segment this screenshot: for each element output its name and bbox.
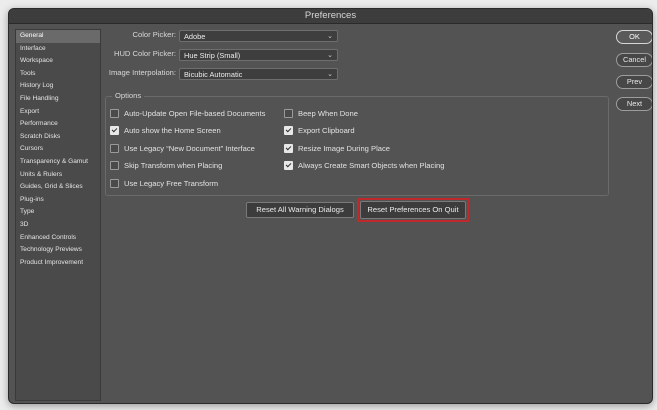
sidebar-item-export[interactable]: Export	[16, 106, 100, 119]
sidebar: General Interface Workspace Tools History Lo…	[15, 29, 101, 401]
checkbox-icon[interactable]	[284, 126, 293, 136]
sidebar-item-performance[interactable]: Performance	[16, 118, 100, 131]
option-export-clipboard[interactable]: Export Clipboard	[284, 125, 355, 137]
checkbox-icon[interactable]	[284, 161, 293, 171]
sidebar-item-3d[interactable]: 3D	[16, 219, 100, 232]
sidebar-item-units-rulers[interactable]: Units & Rulers	[16, 169, 100, 182]
option-auto-show-the-home-screen[interactable]: Auto show the Home Screen	[110, 125, 221, 137]
reset-warning-dialogs-button[interactable]: Reset All Warning Dialogs	[246, 202, 354, 218]
sidebar-item-type[interactable]: Type	[16, 206, 100, 219]
next-button[interactable]: Next	[616, 97, 652, 111]
sidebar-item-product-improvement[interactable]: Product Improvement	[16, 257, 100, 270]
sidebar-item-history-log[interactable]: History Log	[16, 80, 100, 93]
image-interpolation-label: Image Interpolation:	[108, 68, 176, 77]
sidebar-item-tools[interactable]: Tools	[16, 68, 100, 81]
chevron-down-icon: ⌄	[327, 52, 333, 59]
preferences-dialog: Preferences General Interface Workspace Too…	[8, 8, 653, 404]
option-label: Resize Image During Place	[298, 143, 391, 153]
sidebar-item-interface[interactable]: Interface	[16, 43, 100, 56]
prev-button[interactable]: Prev	[616, 75, 652, 89]
color-picker-value: Adobe	[184, 32, 206, 41]
hud-color-picker-select[interactable]: Hue Strip (Small) ⌄	[179, 49, 338, 61]
hud-color-picker-value: Hue Strip (Small)	[184, 51, 241, 60]
options-title: Options	[112, 91, 145, 101]
checkbox-icon[interactable]	[110, 161, 119, 171]
option-use-legacy-new-document-interface[interactable]: Use Legacy “New Document” Interface	[110, 142, 255, 154]
color-picker-select[interactable]: Adobe ⌄	[179, 30, 338, 42]
sidebar-item-enhanced-controls[interactable]: Enhanced Controls	[16, 232, 100, 245]
chevron-down-icon: ⌄	[327, 71, 333, 78]
sidebar-item-technology-previews[interactable]: Technology Previews	[16, 244, 100, 257]
reset-preferences-on-quit-button[interactable]: Reset Preferences On Quit	[360, 201, 466, 219]
option-use-legacy-free-transform[interactable]: Use Legacy Free Transform	[110, 177, 218, 189]
option-label: Always Create Smart Objects when Placing	[298, 161, 445, 171]
option-label: Use Legacy Free Transform	[124, 178, 219, 188]
sidebar-item-file-handling[interactable]: File Handling	[16, 93, 100, 106]
cancel-button[interactable]: Cancel	[616, 53, 652, 67]
checkbox-icon[interactable]	[284, 108, 293, 118]
option-label: Beep When Done	[298, 108, 358, 118]
sidebar-item-cursors[interactable]: Cursors	[16, 143, 100, 156]
option-label: Export Clipboard	[298, 126, 355, 136]
window-title: Preferences	[9, 9, 652, 24]
image-interpolation-value: Bicubic Automatic	[184, 70, 243, 79]
option-label: Skip Transform when Placing	[124, 161, 223, 171]
checkbox-icon[interactable]	[110, 178, 119, 188]
hud-color-picker-label: HUD Color Picker:	[113, 49, 176, 58]
option-skip-transform-when-placing[interactable]: Skip Transform when Placing	[110, 160, 222, 172]
sidebar-item-workspace[interactable]: Workspace	[16, 55, 100, 68]
option-always-create-smart-objects-when-placing[interactable]: Always Create Smart Objects when Placing	[284, 160, 444, 172]
color-picker-label: Color Picker:	[132, 30, 176, 39]
checkbox-icon[interactable]	[110, 126, 119, 136]
checkbox-icon[interactable]	[110, 143, 119, 153]
option-label: Auto-Update Open File-based Documents	[124, 108, 266, 118]
sidebar-item-general[interactable]: General	[16, 30, 100, 43]
sidebar-item-plug-ins[interactable]: Plug-ins	[16, 194, 100, 207]
option-auto-update-open-file-based-documents[interactable]: Auto-Update Open File-based Documents	[110, 107, 265, 119]
ok-button[interactable]: OK	[616, 30, 652, 44]
checkbox-icon[interactable]	[110, 108, 119, 118]
option-beep-when-done[interactable]: Beep When Done	[284, 107, 358, 119]
checkbox-icon[interactable]	[284, 143, 293, 153]
sidebar-item-transparency-gamut[interactable]: Transparency & Gamut	[16, 156, 100, 169]
option-resize-image-during-place[interactable]: Resize Image During Place	[284, 142, 390, 154]
image-interpolation-select[interactable]: Bicubic Automatic ⌄	[179, 68, 338, 80]
sidebar-item-scratch-disks[interactable]: Scratch Disks	[16, 131, 100, 144]
chevron-down-icon: ⌄	[327, 33, 333, 40]
option-label: Use Legacy “New Document” Interface	[124, 143, 255, 153]
sidebar-item-guides-grid-slices[interactable]: Guides, Grid & Slices	[16, 181, 100, 194]
option-label: Auto show the Home Screen	[124, 126, 221, 136]
